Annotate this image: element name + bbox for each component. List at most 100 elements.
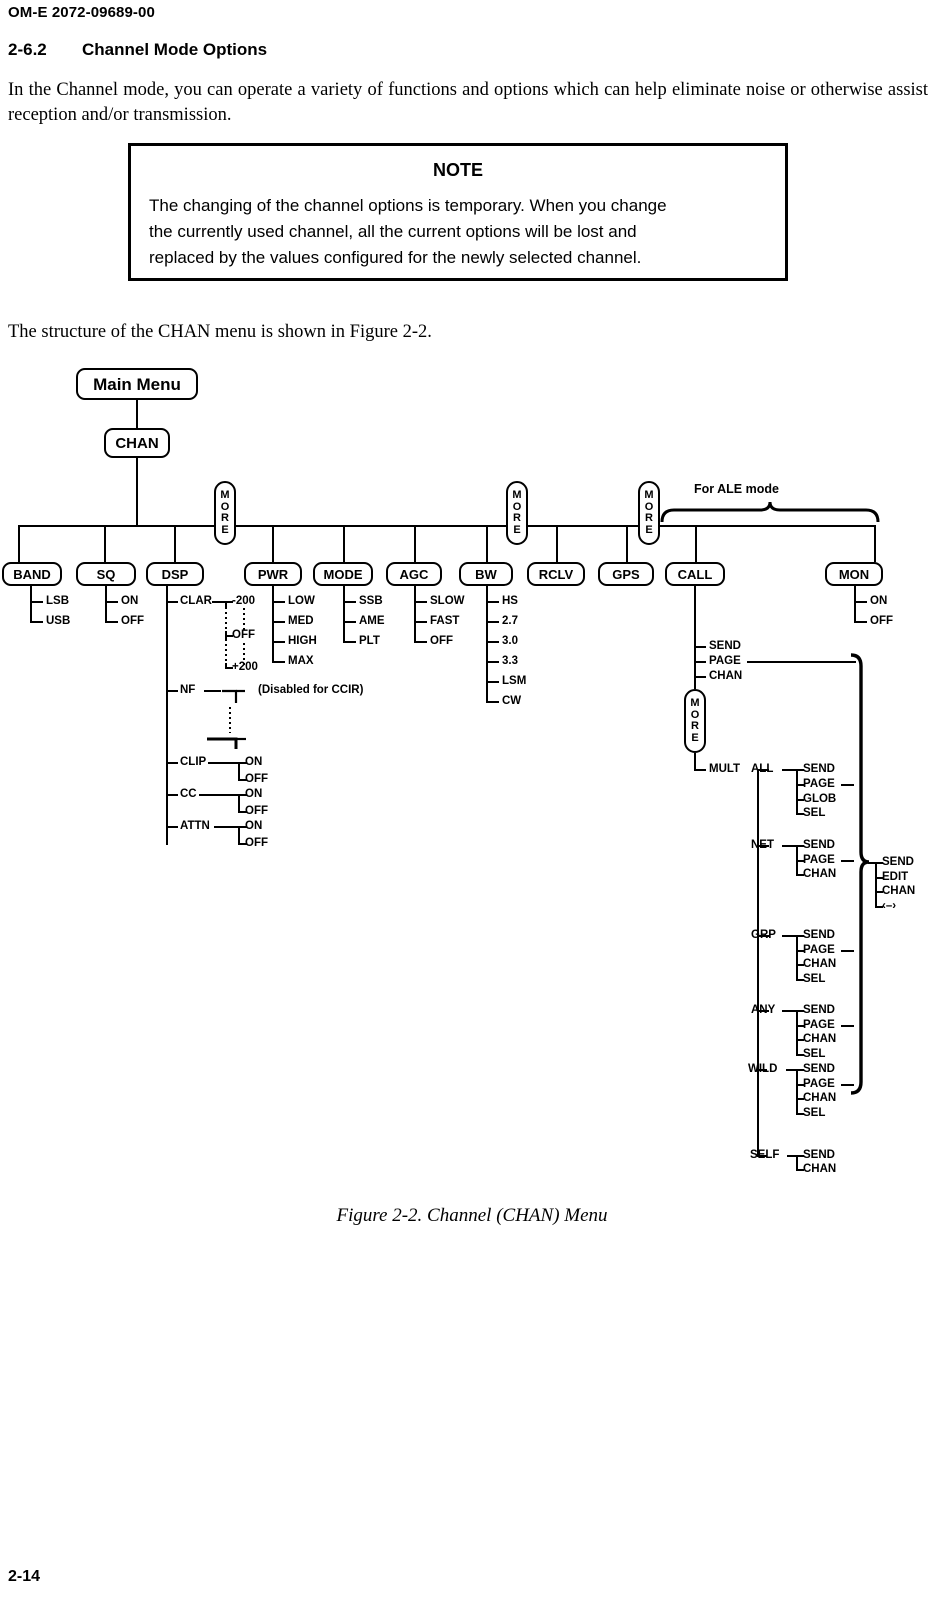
grp-option-sel[interactable]: SEL xyxy=(803,973,825,985)
agc-option-fast[interactable]: FAST xyxy=(430,615,459,627)
bw-option-cw[interactable]: CW xyxy=(502,695,521,707)
more-letter: M xyxy=(644,489,654,501)
sq-option-off[interactable]: OFF xyxy=(121,615,144,627)
all-option-sel[interactable]: SEL xyxy=(803,807,825,819)
node-call[interactable]: CALL xyxy=(665,562,725,586)
node-main-menu[interactable]: Main Menu xyxy=(76,368,198,400)
more-letter: R xyxy=(221,512,229,524)
clar-value-mid[interactable]: OFF xyxy=(232,629,255,641)
page-submenu-arrows[interactable]: ‹–› xyxy=(882,900,896,912)
mult-group-any[interactable]: ANY xyxy=(751,1004,775,1016)
wild-option-chan[interactable]: CHAN xyxy=(803,1092,836,1104)
net-option-chan[interactable]: CHAN xyxy=(803,868,836,880)
mult-label[interactable]: MULT xyxy=(709,763,740,775)
net-option-send[interactable]: SEND xyxy=(803,839,835,851)
bw-option-3-0[interactable]: 3.0 xyxy=(502,635,518,647)
call-option-send[interactable]: SEND xyxy=(709,640,741,652)
dsp-option-cc[interactable]: CC xyxy=(180,788,197,800)
mode-option-ame[interactable]: AME xyxy=(359,615,385,627)
pwr-option-med[interactable]: MED xyxy=(288,615,314,627)
dsp-option-attn[interactable]: ATTN xyxy=(180,820,210,832)
mon-option-on[interactable]: ON xyxy=(870,595,887,607)
net-option-page[interactable]: PAGE xyxy=(803,854,835,866)
any-spine xyxy=(796,1010,799,1055)
call-option-chan[interactable]: CHAN xyxy=(709,670,742,682)
cc-option-on[interactable]: ON xyxy=(245,788,262,800)
page-submenu-send[interactable]: SEND xyxy=(882,856,914,868)
node-gps[interactable]: GPS xyxy=(598,562,654,586)
call-option-page[interactable]: PAGE xyxy=(709,655,741,667)
node-chan[interactable]: CHAN xyxy=(104,428,170,458)
any-option-send[interactable]: SEND xyxy=(803,1004,835,1016)
figure-caption: Figure 2-2. Channel (CHAN) Menu xyxy=(336,1205,608,1226)
mult-group-wild[interactable]: WILD xyxy=(748,1063,777,1075)
attn-option-off[interactable]: OFF xyxy=(245,837,268,849)
any-option-sel[interactable]: SEL xyxy=(803,1048,825,1060)
node-band[interactable]: BAND xyxy=(2,562,62,586)
bw-tick-hs xyxy=(486,601,499,604)
all-option-send[interactable]: SEND xyxy=(803,763,835,775)
drop-bw xyxy=(486,525,488,562)
band-spine xyxy=(30,586,33,623)
node-sq[interactable]: SQ xyxy=(76,562,136,586)
mult-group-grp[interactable]: GRP xyxy=(751,929,776,941)
more-pill-call[interactable]: MORE xyxy=(684,689,706,753)
node-mode[interactable]: MODE xyxy=(313,562,373,586)
bw-option-2-7[interactable]: 2.7 xyxy=(502,615,518,627)
self-option-send[interactable]: SEND xyxy=(803,1149,835,1161)
all-option-page[interactable]: PAGE xyxy=(803,778,835,790)
sq-option-on[interactable]: ON xyxy=(121,595,138,607)
wild-option-sel[interactable]: SEL xyxy=(803,1107,825,1119)
attn-option-on[interactable]: ON xyxy=(245,820,262,832)
band-option-lsb[interactable]: LSB xyxy=(46,595,69,607)
mult-group-all[interactable]: ALL xyxy=(751,763,773,775)
node-agc[interactable]: AGC xyxy=(386,562,442,586)
mult-group-self[interactable]: SELF xyxy=(750,1149,779,1161)
attn-connector xyxy=(214,826,240,829)
node-mon[interactable]: MON xyxy=(825,562,883,586)
page-submenu-edit[interactable]: EDIT xyxy=(882,871,908,883)
node-bw[interactable]: BW xyxy=(459,562,513,586)
any-option-page[interactable]: PAGE xyxy=(803,1019,835,1031)
node-rclv[interactable]: RCLV xyxy=(527,562,585,586)
mon-option-off[interactable]: OFF xyxy=(870,615,893,627)
bw-option-3-3[interactable]: 3.3 xyxy=(502,655,518,667)
pwr-option-low[interactable]: LOW xyxy=(288,595,315,607)
dsp-tick-cc xyxy=(166,794,178,797)
bw-option-hs[interactable]: HS xyxy=(502,595,518,607)
mode-option-plt[interactable]: PLT xyxy=(359,635,380,647)
more-pill-3[interactable]: MORE xyxy=(638,481,660,545)
grp-option-chan[interactable]: CHAN xyxy=(803,958,836,970)
band-option-usb[interactable]: USB xyxy=(46,615,70,627)
grp-option-send[interactable]: SEND xyxy=(803,929,835,941)
dsp-option-clip[interactable]: CLIP xyxy=(180,756,206,768)
clar-value-min[interactable]: -200 xyxy=(232,595,255,607)
all-option-glob[interactable]: GLOB xyxy=(803,793,836,805)
node-dsp[interactable]: DSP xyxy=(146,562,204,586)
self-option-chan[interactable]: CHAN xyxy=(803,1163,836,1175)
pwr-option-high[interactable]: HIGH xyxy=(288,635,317,647)
mult-group-net[interactable]: NET xyxy=(751,839,774,851)
any-option-chan[interactable]: CHAN xyxy=(803,1033,836,1045)
wild-option-send[interactable]: SEND xyxy=(803,1063,835,1075)
agc-option-off[interactable]: OFF xyxy=(430,635,453,647)
grp-option-page[interactable]: PAGE xyxy=(803,944,835,956)
more-pill-1[interactable]: MORE xyxy=(214,481,236,545)
node-pwr[interactable]: PWR xyxy=(244,562,302,586)
more-pill-2[interactable]: MORE xyxy=(506,481,528,545)
page-submenu-spine xyxy=(875,862,878,908)
clar-value-max[interactable]: +200 xyxy=(232,661,258,673)
wild-option-page[interactable]: PAGE xyxy=(803,1078,835,1090)
agc-option-slow[interactable]: SLOW xyxy=(430,595,465,607)
clip-option-off[interactable]: OFF xyxy=(245,773,268,785)
mode-tick-ssb xyxy=(343,601,356,604)
cc-option-off[interactable]: OFF xyxy=(245,805,268,817)
dsp-option-clar[interactable]: CLAR xyxy=(180,595,212,607)
agc-tick-fast xyxy=(414,621,427,624)
bw-option-lsm[interactable]: LSM xyxy=(502,675,526,687)
dsp-option-nf[interactable]: NF xyxy=(180,684,195,696)
clip-option-on[interactable]: ON xyxy=(245,756,262,768)
mode-option-ssb[interactable]: SSB xyxy=(359,595,383,607)
pwr-option-max[interactable]: MAX xyxy=(288,655,314,667)
page-submenu-chan[interactable]: CHAN xyxy=(882,885,915,897)
